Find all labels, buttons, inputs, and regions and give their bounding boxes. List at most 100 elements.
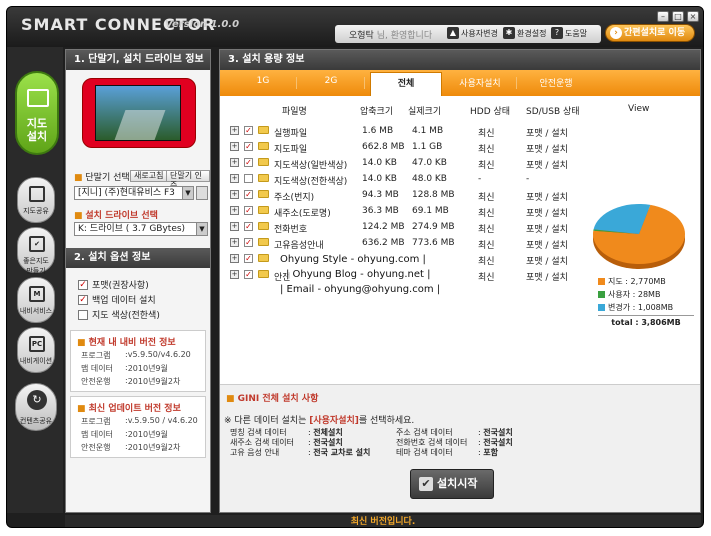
expand-icon[interactable]: + bbox=[230, 158, 239, 167]
gini-note: ※ 다른 데이터 설치는 [사용자설치]를 선택하세요. bbox=[224, 416, 415, 426]
tab-safe-driving[interactable]: 안전운행 bbox=[526, 76, 586, 89]
row-checkbox[interactable]: ✓ bbox=[244, 126, 253, 135]
col-sd: SD/USB 상태 bbox=[526, 107, 580, 117]
table-row[interactable]: + ✓ 지도파일 662.8 MB 1.1 GB 최신 포맷 / 설치 bbox=[220, 140, 700, 156]
legend-item: 변경가 : 1,008MB bbox=[598, 302, 694, 313]
info-row: 프로그램: v.5.9.50 / v4.6.20 bbox=[81, 416, 198, 426]
real-size: 4.1 MB bbox=[412, 126, 444, 136]
sd-status: 포맷 / 설치 bbox=[526, 145, 568, 155]
gini-value: : 전국 교차로 설치 bbox=[308, 448, 371, 457]
row-checkbox[interactable]: ✓ bbox=[244, 254, 253, 263]
install-start-button[interactable]: ✔ 설치시작 bbox=[410, 469, 494, 499]
info-row: 안전운행: 2010년9월2차 bbox=[81, 442, 181, 452]
row-checkbox[interactable]: ✓ bbox=[244, 142, 253, 151]
compressed-size: 36.3 MB bbox=[362, 206, 399, 216]
user-area: 오형탁 님, 환영합니다 ▲ 사용자변경 ✱ 환경설정 ? 도움말 bbox=[335, 25, 601, 43]
gini-item: 테마 검색 데이터 bbox=[396, 448, 453, 457]
drive-select[interactable]: K: 드라이브 ( 3.7 GBytes) ▼ bbox=[74, 222, 208, 236]
left-nav: 지도 설치 지도공유 ✔ 좋은지도 만들기 M 내비서비스 PC 내비게이션 ↻ 컨텐츠… bbox=[7, 47, 63, 513]
quick-install-button[interactable]: › 간편설치로 이동 bbox=[605, 24, 695, 42]
table-row[interactable]: + ✓ 지도색상(일반색상) 14.0 KB 47.0 KB 최신 포맷 / 설치 bbox=[220, 156, 700, 172]
tab-2g[interactable]: 2G bbox=[316, 76, 346, 86]
hdd-status: - bbox=[478, 174, 482, 184]
sd-status: 포맷 / 설치 bbox=[526, 129, 568, 139]
tab-bar: 1G 2G 전체 사용자설치 안전운행 bbox=[220, 70, 700, 96]
nav-good-map[interactable]: ✔ 좋은지도 만들기 bbox=[17, 227, 55, 275]
minimize-button[interactable]: – bbox=[657, 11, 669, 22]
row-checkbox[interactable]: ✓ bbox=[244, 206, 253, 215]
nav-map-share[interactable]: 지도공유 bbox=[17, 177, 55, 223]
nav-content-share[interactable]: ↻ 컨텐츠공유 bbox=[15, 383, 57, 431]
col-view: View bbox=[628, 104, 650, 114]
real-size: 773.6 MB bbox=[412, 238, 455, 248]
row-checkbox[interactable]: ✓ bbox=[244, 238, 253, 247]
service-icon: M bbox=[29, 286, 45, 302]
table-row[interactable]: + ✓ 실행파일 1.6 MB 4.1 MB 최신 포맷 / 설치 bbox=[220, 124, 700, 140]
device-select[interactable]: [지니] (주)현대유비스 F3 ▼ bbox=[74, 186, 194, 200]
expand-icon[interactable]: + bbox=[230, 270, 239, 279]
row-checkbox[interactable]: ✓ bbox=[244, 222, 253, 231]
hdd-status: 최신 bbox=[478, 257, 495, 267]
folder-icon bbox=[258, 222, 269, 230]
help-button[interactable]: ? 도움말 bbox=[551, 27, 587, 39]
expand-icon[interactable]: + bbox=[230, 174, 239, 183]
option-map-color[interactable]: 지도 색상(전한색) bbox=[78, 308, 160, 321]
folder-icon bbox=[258, 126, 269, 134]
close-button[interactable]: × bbox=[687, 11, 699, 22]
checkbox[interactable]: ✓ bbox=[78, 294, 88, 305]
gini-install-section: ■ GINI 전체 설치 사항 ※ 다른 데이터 설치는 [사용자설치]를 선택… bbox=[220, 384, 700, 512]
row-checkbox[interactable]: ✓ bbox=[244, 270, 253, 279]
nav-navigation[interactable]: PC 내비게이션 bbox=[17, 327, 55, 373]
env-settings-button[interactable]: ✱ 환경설정 bbox=[503, 27, 546, 39]
checkbox[interactable]: ✓ bbox=[78, 279, 88, 290]
current-version-title: ■ 현재 내 내비 버전 정보 bbox=[77, 338, 176, 348]
option-format[interactable]: ✓ 포맷(권장사항) bbox=[78, 278, 149, 291]
device-auth-button[interactable]: 단말기 인증 bbox=[166, 170, 210, 190]
hdd-status: 최신 bbox=[478, 209, 495, 219]
compressed-size: 14.0 KB bbox=[362, 158, 397, 168]
device-info-button[interactable] bbox=[196, 186, 208, 200]
compressed-size: 636.2 MB bbox=[362, 238, 405, 248]
tab-all[interactable]: 전체 bbox=[370, 72, 442, 96]
expand-icon[interactable]: + bbox=[230, 190, 239, 199]
main-title: 3. 설치 용량 정보 bbox=[220, 50, 700, 70]
table-header: 파일명 압축크기 실제크기 HDD 상태 SD/USB 상태 View bbox=[220, 100, 700, 120]
gini-item: 고유 음성 안내 bbox=[230, 448, 280, 457]
row-checkbox[interactable] bbox=[244, 174, 253, 183]
refresh-button[interactable]: 새로고침 bbox=[130, 170, 168, 182]
col-compressed: 압축크기 bbox=[360, 107, 394, 117]
sd-status: 포맷 / 설치 bbox=[526, 273, 568, 283]
expand-icon[interactable]: + bbox=[230, 222, 239, 231]
expand-icon[interactable]: + bbox=[230, 142, 239, 151]
table-row[interactable]: + 지도색상(전한색상) 14.0 KB 48.0 KB - - bbox=[220, 172, 700, 188]
folder-icon bbox=[258, 158, 269, 166]
device-image bbox=[82, 78, 196, 148]
col-real: 실제크기 bbox=[408, 107, 442, 117]
nav-map-install[interactable]: 지도 설치 bbox=[15, 71, 59, 155]
real-size: 1.1 GB bbox=[412, 142, 443, 152]
device-select-label: ■ 단말기 선택 bbox=[74, 173, 130, 183]
user-change-button[interactable]: ▲ 사용자변경 bbox=[447, 27, 498, 39]
expand-icon[interactable]: + bbox=[230, 206, 239, 215]
hdd-status: 최신 bbox=[478, 273, 495, 283]
folder-icon bbox=[258, 190, 269, 198]
checkbox[interactable] bbox=[78, 309, 88, 320]
install-capacity-panel: 3. 설치 용량 정보 1G 2G 전체 사용자설치 안전운행 파일명 압축크기… bbox=[219, 49, 701, 513]
tab-1g[interactable]: 1G bbox=[248, 76, 278, 86]
row-checkbox[interactable]: ✓ bbox=[244, 158, 253, 167]
compressed-size: 124.2 MB bbox=[362, 222, 405, 232]
row-checkbox[interactable]: ✓ bbox=[244, 190, 253, 199]
option-backup[interactable]: ✓ 백업 데이터 설치 bbox=[78, 293, 156, 306]
share-icon: ↻ bbox=[27, 390, 47, 410]
section1-title: 1. 단말기, 설치 드라이브 정보 bbox=[66, 50, 210, 70]
expand-icon[interactable]: + bbox=[230, 126, 239, 135]
expand-icon[interactable]: + bbox=[230, 254, 239, 263]
device-panel: 1. 단말기, 설치 드라이브 정보 ■ 단말기 선택 새로고침 단말기 인증 … bbox=[65, 49, 211, 513]
nav-navi-service[interactable]: M 내비서비스 bbox=[17, 277, 55, 323]
expand-icon[interactable]: + bbox=[230, 238, 239, 247]
info-row: 프로그램: v5.9.50/v4.6.20 bbox=[81, 350, 191, 360]
restore-button[interactable]: □ bbox=[672, 11, 684, 22]
hdd-status: 최신 bbox=[478, 225, 495, 235]
info-row: 맵 데이터: 2010년9월 bbox=[81, 363, 168, 373]
tab-user-install[interactable]: 사용자설치 bbox=[450, 76, 510, 89]
